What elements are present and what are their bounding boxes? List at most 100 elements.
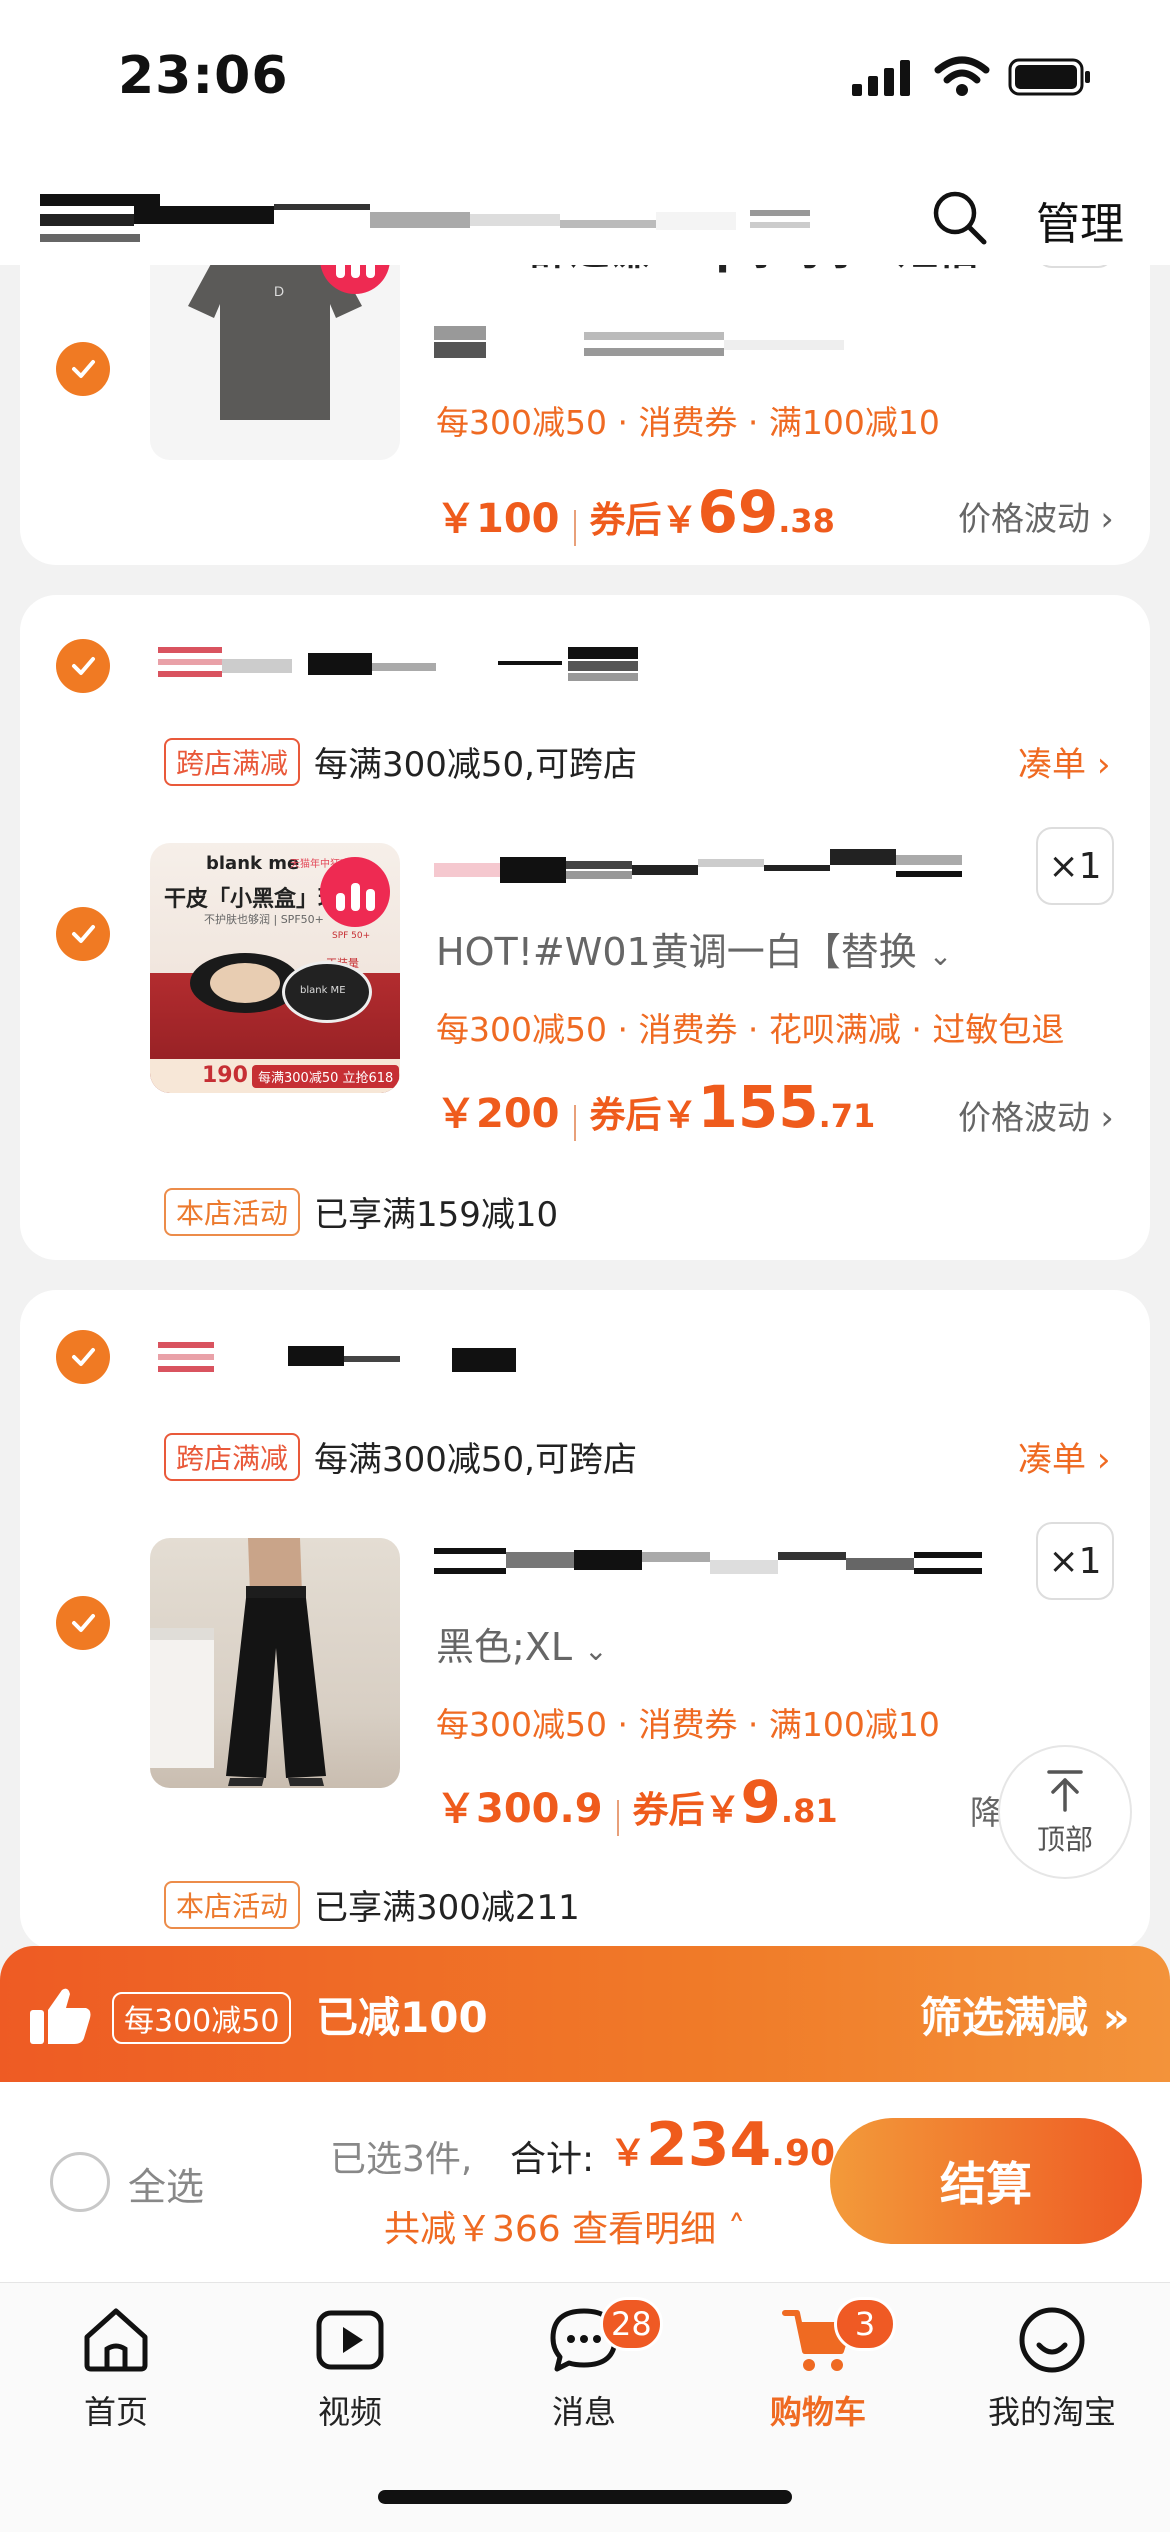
checkout-bar: 全选 已选3件, 合计: ￥234.90 共减￥366 查看明细 ˄ 结算 — [0, 2082, 1170, 2282]
check-icon — [72, 657, 95, 675]
product-title-redacted[interactable] — [434, 1540, 994, 1580]
after-coupon-int: 155 — [697, 1073, 819, 1141]
cross-store-tag: 跨店满减 — [164, 1432, 301, 1481]
price-fluctuation-link[interactable]: 价格波动 › — [958, 492, 1114, 540]
thumb-case-label: blank ME — [300, 985, 346, 996]
shop-card: 跨店满减 每满300减50,可跨店 凑单 › blank me 天猫年中狂欢节 干… — [20, 595, 1150, 1260]
cross-store-text: 每满300减50,可跨店 — [314, 1440, 637, 1480]
cellular-signal-icon — [852, 60, 910, 96]
tab-home[interactable]: 首页 — [26, 2303, 206, 2453]
cart-item-card: D 618 薛之谦 dsp字母小D短袖 ×1 每300减50 · 消费券 · 满… — [20, 230, 1150, 565]
bar-chart-badge-icon — [320, 857, 390, 927]
check-icon — [72, 925, 95, 943]
thumbs-up-icon — [30, 1988, 91, 2044]
combine-order-link[interactable]: 凑单 › — [1018, 737, 1110, 786]
sku-selector[interactable]: HOT!#W01黄调一白【替换 ⌄ — [436, 921, 952, 976]
shop-card: 跨店满减 每满300减50,可跨店 凑单 › ×1 黑色;XL ⌄ 每300减50… — [20, 1290, 1150, 1950]
discount-banner[interactable]: 每300减50 已减100 筛选满减 » — [0, 1946, 1170, 2082]
store-activity-text: 已享满300减211 — [314, 1888, 580, 1928]
price-row: ￥100 券后￥69.38 — [436, 478, 835, 546]
after-coupon-dec: .81 — [780, 1792, 838, 1830]
arrow-up-icon — [1047, 1770, 1083, 1812]
chevron-up-icon: ˄ — [727, 2209, 746, 2250]
chevron-right-icon: › — [1100, 499, 1114, 538]
tab-cart[interactable]: 购物车 3 — [728, 2297, 908, 2453]
chevron-down-icon: ⌄ — [928, 939, 953, 972]
tab-video[interactable]: 视频 — [260, 2303, 440, 2453]
cross-store-text: 每满300减50,可跨店 — [314, 745, 637, 785]
view-discount-details[interactable]: 共减￥366 查看明细 ˄ — [384, 2200, 746, 2252]
chevron-right-icon: › — [1096, 745, 1111, 785]
tab-messages[interactable]: 消息 28 — [494, 2297, 674, 2453]
banner-reduced-amount: 已减100 — [316, 1993, 488, 2042]
total-label: 合计: — [510, 2139, 595, 2180]
store-activity-tag: 本店活动 — [164, 1187, 301, 1236]
message-count-badge: 28 — [600, 2297, 663, 2351]
battery-icon — [1008, 58, 1090, 96]
total-amount: ￥234.90 — [610, 2110, 836, 2180]
cross-store-promo: 跨店满减 每满300减50,可跨店 — [164, 1432, 637, 1481]
manage-button[interactable]: 管理 — [1036, 188, 1124, 252]
quantity-stepper[interactable]: ×1 — [1036, 1522, 1114, 1600]
checkout-button[interactable]: 结算 — [830, 2118, 1142, 2244]
thumb-sub: 不护肤也够润 | SPF50+ — [204, 913, 324, 926]
after-coupon-dec: .71 — [818, 1097, 876, 1135]
shop-name-redacted[interactable] — [158, 647, 698, 683]
promo-line: 每300减50 · 消费券 · 满100减10 — [436, 1705, 940, 1744]
status-time: 23:06 — [118, 46, 289, 106]
chevron-down-icon: ⌄ — [584, 1634, 608, 1667]
original-price: ￥200 — [436, 1091, 560, 1137]
item-checkbox[interactable] — [56, 907, 110, 961]
after-coupon-dec: .38 — [778, 502, 835, 540]
selected-count: 已选3件, — [330, 2139, 473, 2180]
black-pants-image — [150, 1538, 326, 1786]
cross-store-promo: 跨店满减 每满300减50,可跨店 — [164, 737, 637, 786]
select-all-label[interactable]: 全选 — [128, 2156, 204, 2211]
shop-checkbox[interactable] — [56, 1330, 110, 1384]
select-all-checkbox[interactable] — [50, 2152, 110, 2212]
after-coupon-label: 券后￥ — [632, 1790, 741, 1831]
item-checkbox[interactable] — [56, 342, 110, 396]
item-checkbox[interactable] — [56, 1596, 110, 1650]
home-indicator — [378, 2490, 792, 2504]
chevron-right-icon: › — [1096, 1440, 1111, 1480]
video-icon — [316, 2310, 384, 2370]
wifi-icon — [934, 56, 990, 96]
sku-selector[interactable]: 黑色;XL ⌄ — [436, 1616, 608, 1671]
svg-text:D: D — [274, 283, 284, 299]
after-coupon-label: 券后￥ — [589, 500, 698, 541]
thumb-promo: 每满300减50 立抢618 — [252, 1065, 400, 1088]
product-title-redacted[interactable] — [434, 845, 994, 885]
store-activity: 本店活动 已享满159减10 — [164, 1187, 558, 1236]
store-activity-tag: 本店活动 — [164, 1880, 301, 1929]
thumb-spf: SPF 50+ — [332, 931, 371, 941]
after-coupon-int: 9 — [740, 1768, 781, 1836]
scroll-to-top-label: 顶部 — [1036, 1823, 1093, 1856]
shop-name-redacted[interactable] — [158, 1342, 578, 1378]
cart-count-badge: 3 — [834, 2297, 896, 2351]
combine-order-link[interactable]: 凑单 › — [1018, 1432, 1110, 1481]
shop-checkbox[interactable] — [56, 639, 110, 693]
thumb-price: 190 — [202, 1063, 248, 1088]
scroll-to-top-button[interactable]: 顶部 — [998, 1745, 1132, 1879]
tab-my-taobao[interactable]: 我的淘宝 — [962, 2303, 1142, 2453]
promo-line: 每300减50 · 消费券 · 满100减10 — [436, 403, 940, 442]
smiley-icon — [1019, 2307, 1085, 2373]
product-image[interactable] — [150, 1538, 400, 1788]
promo-line: 每300减50 · 消费券 · 花呗满减 · 过敏包退 — [436, 1010, 1065, 1049]
product-image[interactable]: blank me 天猫年中狂欢节 干皮「小黑盒」环保 不护肤也够润 | SPF5… — [150, 843, 400, 1093]
check-icon — [72, 1614, 95, 1632]
price-row: ￥300.9 券后￥9.81 — [436, 1768, 838, 1836]
search-icon[interactable] — [930, 188, 988, 246]
original-price: ￥100 — [436, 496, 560, 542]
original-price: ￥300.9 — [436, 1786, 603, 1832]
quantity-stepper[interactable]: ×1 — [1036, 827, 1114, 905]
after-coupon-int: 69 — [697, 478, 779, 546]
cross-store-tag: 跨店满减 — [164, 737, 301, 786]
double-chevron-right-icon: » — [1102, 1993, 1130, 2042]
price-fluctuation-link[interactable]: 价格波动 › — [958, 1091, 1114, 1139]
sku-redacted — [434, 326, 884, 362]
check-icon — [72, 1348, 95, 1366]
filter-discount-link[interactable]: 筛选满减 » — [920, 1984, 1130, 2045]
store-title-redacted — [40, 190, 810, 246]
